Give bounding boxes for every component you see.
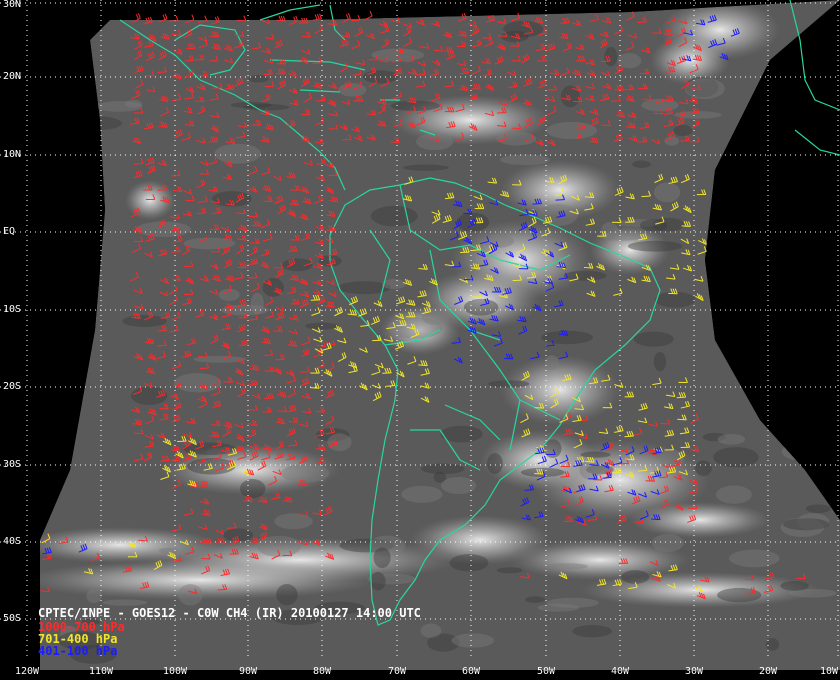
cloud-texture-blob bbox=[86, 588, 102, 604]
latitude-label: 30S bbox=[3, 459, 22, 470]
cloud-texture-blob bbox=[525, 596, 546, 603]
cloud-texture-blob bbox=[572, 625, 612, 638]
cloud-texture-blob bbox=[780, 580, 809, 591]
cloud-texture-blob bbox=[370, 571, 386, 591]
cloud-texture-blob bbox=[546, 121, 598, 140]
cloud-texture-blob bbox=[177, 584, 203, 606]
cloud-texture-blob bbox=[653, 351, 667, 372]
longitude-label: 70W bbox=[388, 666, 407, 677]
cloud-patch bbox=[630, 502, 770, 538]
cloud-texture-blob bbox=[416, 133, 454, 151]
longitude-label: 30W bbox=[685, 666, 704, 677]
cloud-texture-blob bbox=[122, 315, 167, 327]
cloud-texture-blob bbox=[717, 433, 746, 445]
cloud-texture-blob bbox=[401, 485, 443, 503]
longitude-label: 80W bbox=[313, 666, 332, 677]
latitude-label: 50S bbox=[3, 613, 22, 624]
legend-high-level: 401-100 hPa bbox=[38, 644, 118, 658]
cloud-texture-blob bbox=[276, 584, 298, 606]
cloud-texture-blob bbox=[338, 83, 367, 97]
latitude-label: 20S bbox=[3, 381, 22, 392]
cloud-texture-blob bbox=[728, 549, 780, 568]
latitude-label: EQ bbox=[3, 226, 16, 237]
cloud-texture-blob bbox=[102, 599, 148, 606]
image-caption: CPTEC/INPE - GOES12 - C0W CH4 (IR) 20100… bbox=[38, 606, 421, 620]
cloud-texture-blob bbox=[371, 48, 425, 62]
cloud-texture-blob bbox=[805, 504, 831, 514]
cloud-texture-blob bbox=[243, 103, 290, 111]
cloud-texture-blob bbox=[546, 597, 599, 608]
cloud-texture-blob bbox=[499, 154, 550, 166]
cloud-texture-blob bbox=[214, 143, 261, 164]
cloud-texture-blob bbox=[451, 633, 495, 648]
latitude-label: 30N bbox=[3, 0, 22, 10]
cloud-texture-blob bbox=[487, 453, 503, 475]
cloud-texture-blob bbox=[381, 278, 406, 290]
cloud-texture-blob bbox=[715, 485, 752, 504]
cloud-texture-blob bbox=[433, 471, 446, 483]
cloud-texture-blob bbox=[420, 623, 442, 638]
cloud-texture-blob bbox=[694, 460, 712, 476]
cloud-texture-blob bbox=[136, 221, 192, 237]
longitude-label: 60W bbox=[462, 666, 481, 677]
cloud-texture-blob bbox=[632, 160, 651, 168]
cloud-texture-blob bbox=[402, 164, 449, 171]
cloud-texture-blob bbox=[496, 131, 537, 146]
cloud-texture-blob bbox=[463, 298, 499, 316]
cloud-texture-blob bbox=[651, 534, 684, 552]
cloud-texture-blob bbox=[95, 101, 143, 112]
cloud-texture-blob bbox=[373, 547, 391, 569]
cloud-texture-blob bbox=[327, 433, 352, 452]
cloud-texture-blob bbox=[627, 240, 683, 252]
cloud-texture-blob bbox=[250, 292, 264, 315]
cloud-texture-blob bbox=[655, 291, 696, 308]
longitude-label: 120W bbox=[15, 666, 40, 677]
cloud-texture-blob bbox=[449, 554, 489, 572]
cloud-patch bbox=[125, 180, 175, 220]
cloud-patch bbox=[40, 527, 220, 563]
longitude-label: 90W bbox=[239, 666, 258, 677]
cloud-texture-blob bbox=[248, 74, 269, 83]
cloud-texture-blob bbox=[370, 205, 418, 227]
longitude-label: 40W bbox=[611, 666, 630, 677]
cloud-texture-blob bbox=[713, 447, 759, 468]
cloud-texture-blob bbox=[653, 182, 681, 203]
longitude-label: 10W bbox=[820, 666, 839, 677]
satellite-wind-map bbox=[0, 0, 840, 680]
longitude-label: 20W bbox=[759, 666, 778, 677]
longitude-label: 100W bbox=[163, 666, 188, 677]
cloud-texture-blob bbox=[673, 111, 722, 119]
cloud-texture-blob bbox=[580, 451, 611, 458]
cloud-texture-blob bbox=[673, 125, 693, 137]
cloud-texture-blob bbox=[280, 464, 330, 483]
cloud-texture-blob bbox=[174, 373, 222, 393]
cloud-texture-blob bbox=[305, 322, 339, 330]
cloud-texture-blob bbox=[543, 563, 588, 570]
cloud-texture-blob bbox=[639, 219, 668, 232]
latitude-label: 20N bbox=[3, 71, 22, 82]
latitude-label: 10S bbox=[3, 304, 22, 315]
cloud-texture-blob bbox=[563, 270, 607, 281]
latitude-label: 40S bbox=[3, 536, 22, 547]
cloud-texture-blob bbox=[239, 479, 266, 499]
cloud-texture-blob bbox=[544, 355, 559, 371]
cloud-texture-blob bbox=[496, 567, 523, 574]
longitude-label: 50W bbox=[537, 666, 556, 677]
cloud-texture-blob bbox=[633, 331, 674, 347]
cloud-patch bbox=[500, 355, 620, 425]
cloud-texture-blob bbox=[684, 78, 725, 100]
latitude-label: 10N bbox=[3, 149, 22, 160]
cloud-texture-blob bbox=[560, 85, 580, 108]
cloud-texture-blob bbox=[782, 518, 830, 531]
cloud-texture-blob bbox=[621, 570, 650, 584]
longitude-label: 110W bbox=[89, 666, 114, 677]
